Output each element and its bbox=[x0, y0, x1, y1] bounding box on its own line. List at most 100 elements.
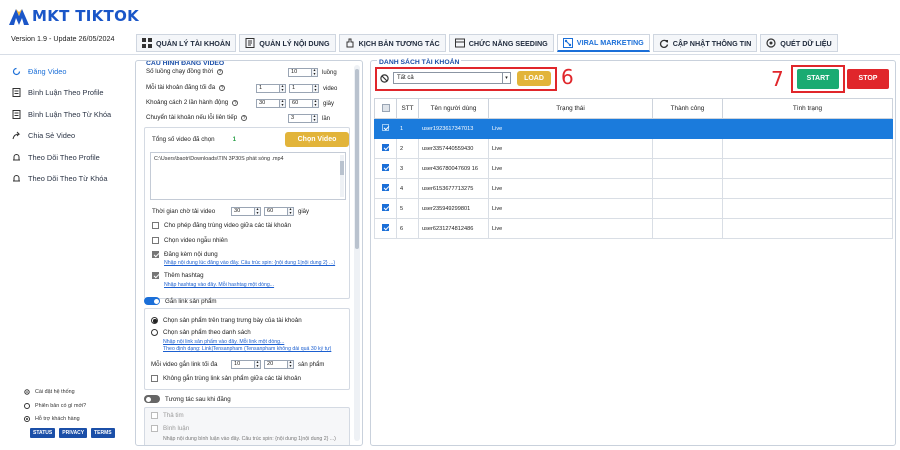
per-video-to-input[interactable]: 20 ▲ ▼ bbox=[264, 360, 294, 369]
table-row[interactable]: 6 user6231274812486 Live bbox=[374, 218, 893, 239]
spinner-icon[interactable]: ▲ ▼ bbox=[287, 360, 293, 368]
gap-to-input[interactable]: 60 ▲ ▼ bbox=[289, 99, 319, 108]
opt-hashtag-row[interactable]: Thêm hashtag bbox=[152, 272, 204, 279]
hashtag-checkbox[interactable] bbox=[152, 272, 159, 279]
tab-viral-marketing[interactable]: VIRAL MARKETING bbox=[556, 34, 650, 52]
tab-seeding[interactable]: CHỨC NĂNG SEEDING bbox=[448, 34, 554, 52]
row-checkbox-cell[interactable] bbox=[374, 138, 397, 159]
row-checkbox[interactable] bbox=[382, 184, 389, 191]
spinner-icon[interactable]: ▲ ▼ bbox=[279, 99, 285, 107]
opt-allow-dup-row[interactable]: Cho phép đăng trùng video giữa các tài k… bbox=[152, 222, 291, 229]
sidebar-item-share-video[interactable]: Chia Sẻ Video bbox=[12, 129, 75, 141]
row-checkbox-cell[interactable] bbox=[374, 118, 397, 139]
row-checkbox[interactable] bbox=[382, 124, 389, 131]
status-button[interactable]: STATUS bbox=[30, 428, 56, 438]
whats-new-link[interactable]: Phiên bản có gì mới? bbox=[24, 403, 86, 409]
comment-row[interactable]: Bình luận bbox=[151, 425, 189, 432]
row-checkbox[interactable] bbox=[382, 164, 389, 171]
table-row[interactable]: 1 user1923617347013 Live bbox=[374, 118, 893, 139]
thread-input[interactable]: 10 ▲ ▼ bbox=[288, 68, 318, 77]
radio-list-row[interactable]: Chọn sản phẩm theo danh sách bbox=[151, 329, 251, 336]
row-checkbox-cell[interactable] bbox=[374, 178, 397, 199]
no-dup-link-checkbox[interactable] bbox=[151, 375, 158, 382]
choose-video-button[interactable]: Chọn Video bbox=[285, 132, 349, 147]
no-dup-link-row[interactable]: Không gắn trùng link sản phẩm giữa các t… bbox=[151, 375, 301, 382]
product-toggle-row[interactable]: Gắn link sản phẩm bbox=[144, 297, 217, 305]
tab-content-management[interactable]: QUẢN LÝ NỘI DUNG bbox=[239, 34, 336, 52]
like-checkbox[interactable] bbox=[151, 412, 158, 419]
gap-from-input[interactable]: 30 ▲ ▼ bbox=[256, 99, 286, 108]
spinner-icon[interactable]: ▲ ▼ bbox=[254, 207, 260, 215]
sidebar-item-follow-keyword[interactable]: Theo Dõi Theo Từ Khóa bbox=[12, 172, 107, 184]
start-button[interactable]: START bbox=[797, 69, 839, 89]
help-icon[interactable]: ? bbox=[219, 84, 226, 91]
spinner-icon[interactable]: ▲ ▼ bbox=[311, 114, 317, 122]
customer-support-link[interactable]: Hỗ trợ khách hàng bbox=[24, 416, 80, 422]
row-checkbox[interactable] bbox=[382, 224, 389, 231]
max-from-input[interactable]: 1 ▲ ▼ bbox=[256, 84, 286, 93]
video-path-textarea[interactable]: C:\Users\baotr\Downloads\TIN 3P30S phát … bbox=[150, 152, 346, 200]
spinner-icon[interactable]: ▲ ▼ bbox=[254, 360, 260, 368]
sidebar-item-comment-profile[interactable]: Bình Luận Theo Profile bbox=[12, 86, 103, 98]
sidebar-item-comment-keyword[interactable]: Bình Luận Theo Từ Khóa bbox=[12, 108, 111, 120]
row-checkbox[interactable] bbox=[382, 144, 389, 151]
showcase-radio[interactable] bbox=[151, 317, 158, 324]
opt-content-row[interactable]: Đăng kèm nội dung bbox=[152, 251, 218, 258]
privacy-button[interactable]: PRIVACY bbox=[59, 428, 88, 438]
textarea-scrollbar[interactable] bbox=[340, 155, 344, 197]
table-row[interactable]: 3 user436780047609 16 Live bbox=[374, 158, 893, 179]
comment-placeholder[interactable]: Nhập nội dung bình luận vào đây. Câu trú… bbox=[163, 436, 336, 442]
select-all-checkbox[interactable] bbox=[381, 103, 390, 112]
allow-dup-checkbox[interactable] bbox=[152, 222, 159, 229]
row-checkbox-cell[interactable] bbox=[374, 198, 397, 219]
radio-showcase-row[interactable]: Chọn sản phẩm trên trang trưng bày của t… bbox=[151, 317, 302, 324]
product-link-1[interactable]: Nhập nội link sản phẩm vào đây. Mỗi link… bbox=[163, 339, 284, 345]
select-all-header[interactable] bbox=[374, 98, 397, 119]
scrollbar-thumb[interactable] bbox=[340, 161, 344, 175]
config-scrollbar[interactable] bbox=[354, 65, 360, 441]
table-row[interactable]: 5 user235949299801 Live bbox=[374, 198, 893, 219]
spinner-icon[interactable]: ▲ ▼ bbox=[311, 68, 317, 76]
wait-from-input[interactable]: 30 ▲ ▼ bbox=[231, 207, 261, 216]
scrollbar-thumb[interactable] bbox=[355, 69, 359, 249]
tab-scan-data[interactable]: QUÉT DỮ LIỆU bbox=[760, 34, 838, 52]
like-row[interactable]: Thả tim bbox=[151, 412, 184, 419]
content-link[interactable]: Nhập nội dung lúc đăng vào đây. Câu trúc… bbox=[164, 260, 335, 266]
row-checkbox-cell[interactable] bbox=[374, 218, 397, 239]
hashtag-link[interactable]: Nhập hashtag vào đây. Mỗi hashtag một dò… bbox=[164, 282, 274, 288]
spinner-icon[interactable]: ▲ ▼ bbox=[312, 99, 318, 107]
spinner-icon[interactable]: ▲ ▼ bbox=[279, 84, 285, 92]
stop-button[interactable]: STOP bbox=[847, 69, 889, 89]
tab-update-info[interactable]: CẬP NHẬT THÔNG TIN bbox=[652, 34, 758, 52]
table-row[interactable]: 4 user6153677713275 Live bbox=[374, 178, 893, 199]
tab-interaction-script[interactable]: KỊCH BẢN TƯƠNG TÁC bbox=[338, 34, 446, 52]
help-icon[interactable]: ? bbox=[241, 114, 248, 121]
random-checkbox[interactable] bbox=[152, 237, 159, 244]
tab-account-management[interactable]: QUẢN LÝ TÀI KHOẢN bbox=[136, 34, 237, 52]
load-button[interactable]: LOAD bbox=[517, 71, 551, 86]
spinner-icon[interactable]: ▲ ▼ bbox=[312, 84, 318, 92]
content-checkbox[interactable] bbox=[152, 251, 159, 258]
opt-random-row[interactable]: Chọn video ngẫu nhiên bbox=[152, 237, 228, 244]
switch-input[interactable]: 3 ▲ ▼ bbox=[288, 114, 318, 123]
product-link-2[interactable]: Theo định dạng: Link|Tensanpham (Tensanp… bbox=[163, 346, 331, 352]
row-checkbox-cell[interactable] bbox=[374, 158, 397, 179]
row-checkbox[interactable] bbox=[382, 204, 389, 211]
interact-toggle-row[interactable]: Tương tác sau khi đăng bbox=[144, 395, 231, 403]
sidebar-item-post-video[interactable]: Đăng Video bbox=[12, 65, 67, 77]
comment-checkbox[interactable] bbox=[151, 425, 158, 432]
wait-to-input[interactable]: 60 ▲ ▼ bbox=[264, 207, 294, 216]
terms-button[interactable]: TERMS bbox=[91, 428, 115, 438]
max-to-input[interactable]: 1 ▲ ▼ bbox=[289, 84, 319, 93]
table-row[interactable]: 2 user3357440559430 Live bbox=[374, 138, 893, 159]
spinner-icon[interactable]: ▲ ▼ bbox=[287, 207, 293, 215]
account-filter-select[interactable]: Tất cả ▾ bbox=[393, 72, 511, 84]
help-icon[interactable]: ? bbox=[217, 68, 224, 75]
sidebar-item-follow-profile[interactable]: Theo Dõi Theo Profile bbox=[12, 151, 100, 163]
interact-toggle[interactable] bbox=[144, 395, 160, 403]
help-icon[interactable]: ? bbox=[232, 99, 239, 106]
product-toggle[interactable] bbox=[144, 297, 160, 305]
list-radio[interactable] bbox=[151, 329, 158, 336]
per-video-from-input[interactable]: 10 ▲ ▼ bbox=[231, 360, 261, 369]
system-settings-link[interactable]: Cài đặt hệ thống bbox=[24, 389, 75, 395]
